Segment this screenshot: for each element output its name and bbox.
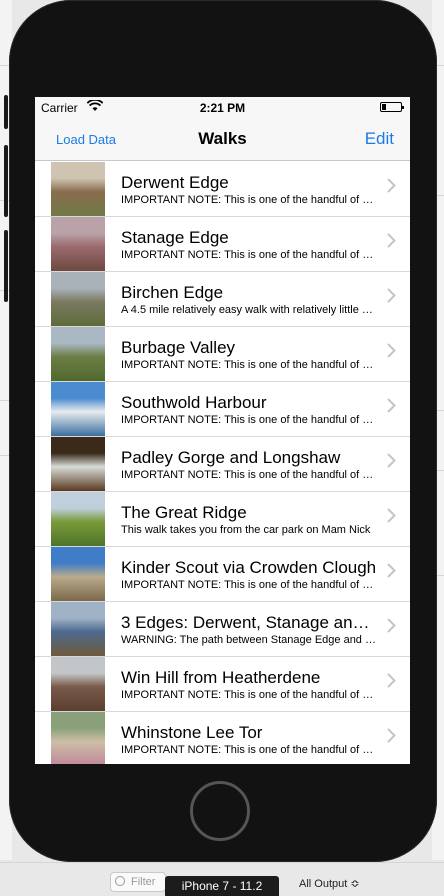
- walk-thumbnail: [51, 547, 105, 601]
- chevron-right-icon: [387, 398, 396, 418]
- walk-thumbnail: [51, 437, 105, 491]
- walk-thumbnail: [51, 602, 105, 656]
- walk-title: Southwold Harbour: [121, 393, 267, 412]
- walk-subtitle: WARNING: The path between Stanage Edge a…: [121, 634, 377, 646]
- chevron-right-icon: [387, 453, 396, 473]
- walk-thumbnail: [51, 272, 105, 326]
- table-row[interactable]: Burbage Valley IMPORTANT NOTE: This is on…: [35, 327, 410, 382]
- navigation-bar: Load Data Walks Edit: [35, 117, 410, 161]
- walks-table: Derwent Edge IMPORTANT NOTE: This is one …: [35, 162, 410, 764]
- chevron-right-icon: [387, 618, 396, 638]
- walk-thumbnail: [51, 712, 105, 764]
- walk-subtitle: IMPORTANT NOTE: This is one of the handf…: [121, 249, 377, 261]
- clock: 2:21 PM: [199, 101, 246, 115]
- table-row[interactable]: Derwent Edge IMPORTANT NOTE: This is one …: [35, 162, 410, 217]
- chevron-right-icon: [387, 563, 396, 583]
- volume-up-button: [4, 145, 8, 217]
- table-row[interactable]: Win Hill from Heatherdene IMPORTANT NOTE:…: [35, 657, 410, 712]
- volume-down-button: [4, 230, 8, 302]
- walk-title: Birchen Edge: [121, 283, 224, 302]
- walk-subtitle: IMPORTANT NOTE: This is one of the handf…: [121, 689, 377, 701]
- simulator-device-label: iPhone 7 - 11.2: [165, 876, 279, 896]
- chevron-right-icon: [387, 178, 396, 198]
- table-row[interactable]: Stanage Edge IMPORTANT NOTE: This is one …: [35, 217, 410, 272]
- walk-title: The Great Ridge: [121, 503, 247, 522]
- chevron-right-icon: [387, 233, 396, 253]
- walk-subtitle: IMPORTANT NOTE: This is one of the handf…: [121, 579, 377, 591]
- walk-subtitle: IMPORTANT NOTE: This is one of the handf…: [121, 744, 377, 756]
- output-selector[interactable]: All Output ≎: [299, 877, 360, 890]
- filter-placeholder: Filter: [131, 876, 156, 888]
- battery-icon: [380, 102, 404, 112]
- home-button[interactable]: [190, 781, 250, 841]
- table-row[interactable]: Southwold Harbour IMPORTANT NOTE: This is…: [35, 382, 410, 437]
- walk-thumbnail: [51, 162, 105, 216]
- divider: [0, 862, 444, 863]
- walk-subtitle: IMPORTANT NOTE: This is one of the handf…: [121, 414, 377, 426]
- filter-icon: [115, 876, 125, 886]
- chevron-right-icon: [387, 288, 396, 308]
- edit-button[interactable]: Edit: [365, 129, 394, 149]
- page-title: Walks: [198, 129, 247, 148]
- table-row[interactable]: Kinder Scout via Crowden Clough IMPORTANT…: [35, 547, 410, 602]
- table-row[interactable]: The Great Ridge This walk takes you from …: [35, 492, 410, 547]
- mute-switch: [4, 95, 8, 129]
- table-row[interactable]: Whinstone Lee Tor IMPORTANT NOTE: This is…: [35, 712, 410, 764]
- status-bar: Carrier 2:21 PM: [35, 97, 410, 117]
- walk-title: 3 Edges: Derwent, Stanage and Bamford: [121, 613, 377, 632]
- chevron-right-icon: [387, 508, 396, 528]
- walk-subtitle: This walk takes you from the car park on…: [121, 524, 371, 536]
- walk-title: Padley Gorge and Longshaw: [121, 448, 341, 467]
- walk-subtitle: IMPORTANT NOTE: This is one of the handf…: [121, 359, 377, 371]
- chevron-right-icon: [387, 728, 396, 748]
- walk-subtitle: IMPORTANT NOTE: This is one of the handf…: [121, 194, 377, 206]
- walk-title: Derwent Edge: [121, 173, 229, 192]
- walk-subtitle: A 4.5 mile relatively easy walk with rel…: [121, 304, 377, 316]
- walk-title: Kinder Scout via Crowden Clough: [121, 558, 377, 577]
- walk-thumbnail: [51, 657, 105, 711]
- walk-title: Burbage Valley: [121, 338, 236, 357]
- walk-title: Win Hill from Heatherdene: [121, 668, 321, 687]
- filter-input[interactable]: Filter: [110, 872, 166, 892]
- table-row[interactable]: 3 Edges: Derwent, Stanage and Bamford WAR…: [35, 602, 410, 657]
- walk-subtitle: IMPORTANT NOTE: This is one of the handf…: [121, 469, 377, 481]
- simulator-screen: Carrier 2:21 PM Load Data Walks Edit Der…: [35, 97, 410, 764]
- walk-title: Whinstone Lee Tor: [121, 723, 263, 742]
- walk-title: Stanage Edge: [121, 228, 229, 247]
- chevron-right-icon: [387, 673, 396, 693]
- walk-thumbnail: [51, 492, 105, 546]
- chevron-right-icon: [387, 343, 396, 363]
- table-row[interactable]: Birchen Edge A 4.5 mile relatively easy w…: [35, 272, 410, 327]
- walk-thumbnail: [51, 327, 105, 381]
- table-row[interactable]: Padley Gorge and Longshaw IMPORTANT NOTE:…: [35, 437, 410, 492]
- walk-thumbnail: [51, 217, 105, 271]
- walk-thumbnail: [51, 382, 105, 436]
